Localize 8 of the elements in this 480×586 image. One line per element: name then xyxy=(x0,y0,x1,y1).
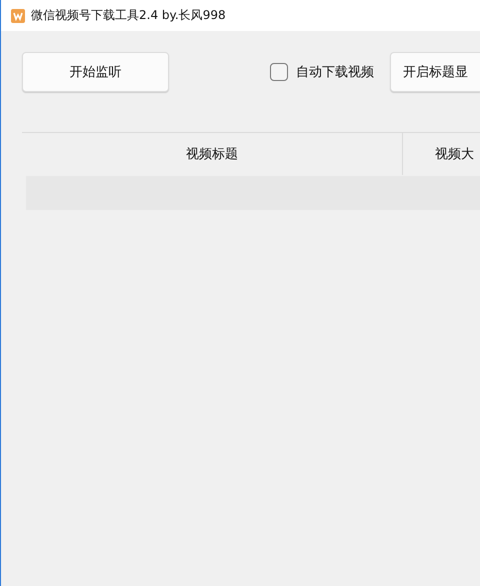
window-title: 微信视频号下载工具2.4 by.长风998 xyxy=(31,7,226,24)
start-listening-button[interactable]: 开始监听 xyxy=(22,52,169,92)
auto-download-label: 自动下载视频 xyxy=(296,64,374,80)
column-header[interactable]: 视频标题 xyxy=(22,133,403,175)
show-title-button[interactable]: 开启标题显 xyxy=(390,52,480,92)
column-header[interactable]: 视频大 xyxy=(403,133,480,175)
app-logo-icon xyxy=(11,8,25,22)
auto-download-checkbox[interactable] xyxy=(270,62,288,80)
